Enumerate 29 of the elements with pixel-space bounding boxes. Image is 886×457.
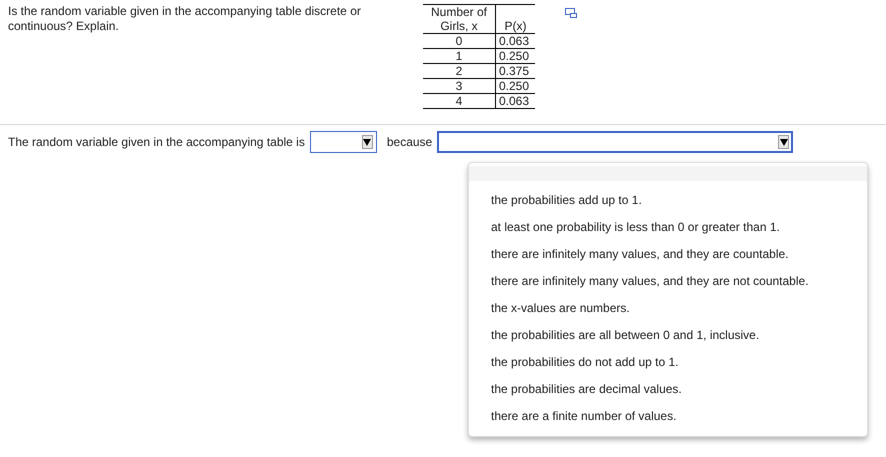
question-text: Is the random variable given in the accompanying table discrete or continuous? Explain. <box>8 4 362 35</box>
column-header: P(x) <box>496 4 535 34</box>
column-header: Number of Girls, x <box>423 4 496 34</box>
table-cell: 0.063 <box>496 34 535 48</box>
dropdown-option[interactable]: the probabilities are all between 0 and 1, inclusive. <box>469 322 867 349</box>
copy-table-icon[interactable] <box>565 8 577 18</box>
dropdown-option[interactable]: the probabilities do not add up to 1. <box>469 349 867 376</box>
table-cell: 2 <box>423 64 496 78</box>
table-cell: 0.250 <box>496 48 535 64</box>
table-cell: 0 <box>423 34 496 48</box>
dropdown-option[interactable]: there are infinitely many values, and they are countable. <box>469 241 867 268</box>
dropdown-option[interactable]: the x-values are numbers. <box>469 295 867 322</box>
dropdown-option[interactable]: there are a finite number of values. <box>469 403 867 430</box>
caret-icon <box>362 135 373 149</box>
dropdown[interactable] <box>310 131 377 153</box>
caret-icon <box>778 135 790 149</box>
table-cell: 1 <box>423 48 496 64</box>
answer-sentence: The random variable given in the accompanying table is <box>8 135 305 149</box>
table-cell: 0.250 <box>496 78 535 94</box>
dropdown-option[interactable]: the probabilities add up to 1. <box>469 187 867 214</box>
table-cell: 0.063 <box>496 94 535 108</box>
table-cell: 4 <box>423 94 496 108</box>
dropdown-option[interactable]: there are infinitely many values, and they are not countable. <box>469 268 867 295</box>
dropdown-option[interactable]: the probabilities are decimal values. <box>469 376 867 403</box>
dropdown-option[interactable]: at least one probability is less than 0 or greater than 1. <box>469 214 867 241</box>
table-cell: 0.375 <box>496 64 535 78</box>
dropdown[interactable] <box>437 131 794 153</box>
answer-sentence: because <box>386 135 432 149</box>
table-cell: 3 <box>423 78 496 94</box>
